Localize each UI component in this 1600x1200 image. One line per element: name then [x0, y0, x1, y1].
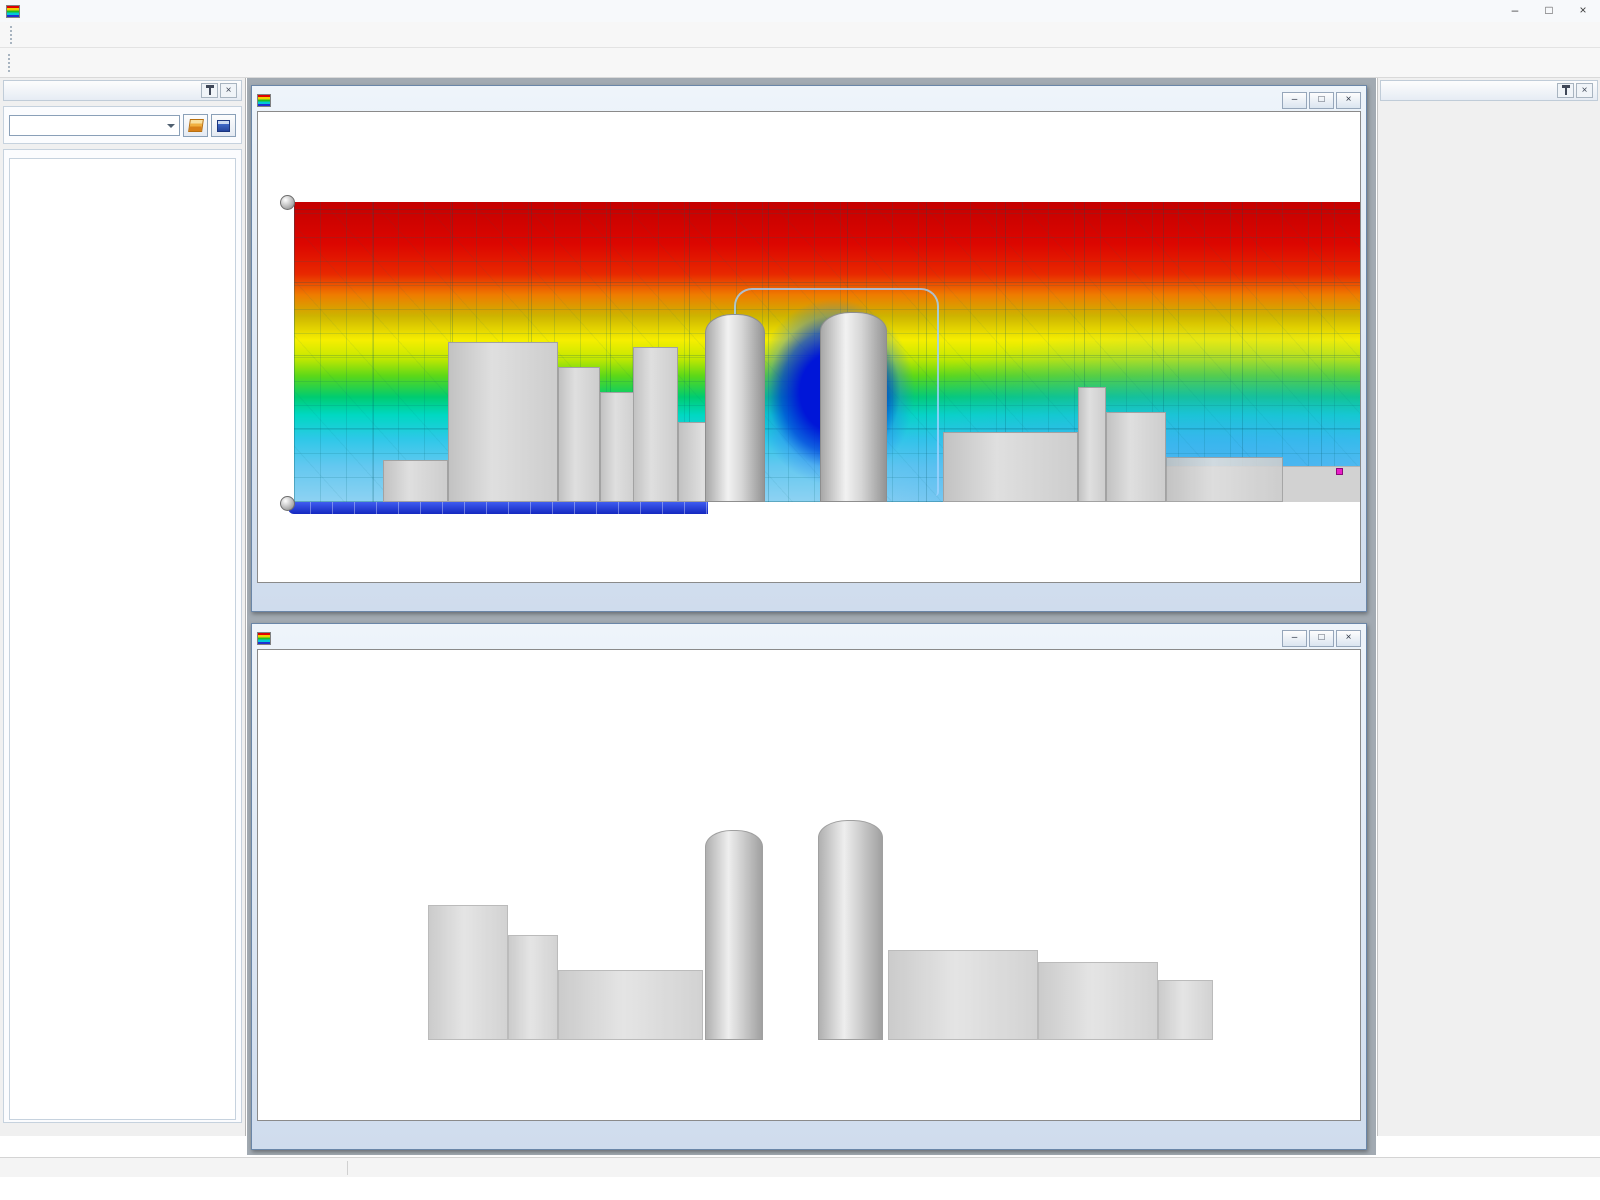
project-navigator-header: ×: [3, 80, 242, 101]
child-minimize-icon[interactable]: –: [1282, 92, 1307, 109]
child-close-icon[interactable]: ×: [1336, 630, 1361, 647]
velocity-field-viewport[interactable]: [257, 111, 1361, 583]
project-navigator-panel: ×: [0, 78, 246, 1136]
title-bar: – □ ×: [0, 0, 1600, 22]
streamlines-titlebar[interactable]: – □ ×: [255, 627, 1363, 649]
tower-cylinder: [705, 314, 765, 502]
pin-icon[interactable]: [1557, 83, 1574, 98]
current-view-group: [3, 149, 242, 1123]
chevron-down-icon: [167, 124, 175, 132]
building: [1078, 387, 1106, 502]
panel-close-icon[interactable]: ×: [1576, 83, 1593, 98]
edit-bar-panel: ×: [1377, 78, 1600, 1136]
inlet-line[interactable]: [288, 502, 708, 514]
building: [633, 347, 678, 502]
save-view-button[interactable]: [211, 114, 236, 137]
point-probe-marker[interactable]: [1336, 468, 1343, 475]
building: [1166, 457, 1283, 502]
building: [558, 367, 600, 502]
menubar-drag-handle[interactable]: [10, 26, 15, 44]
view-options-tree: [9, 158, 236, 1120]
child-maximize-icon[interactable]: □: [1309, 630, 1334, 647]
status-bar: [0, 1157, 1600, 1177]
app-icon: [6, 5, 20, 18]
building: [1106, 412, 1166, 502]
maximize-button[interactable]: □: [1532, 0, 1566, 22]
named-views-group: [3, 106, 242, 144]
velocity-field-titlebar[interactable]: – □ ×: [255, 89, 1363, 111]
rwind-application: – □ × ×: [0, 0, 1600, 1200]
child-minimize-icon[interactable]: –: [1282, 630, 1307, 647]
streamlines-canvas: [258, 650, 1361, 1121]
main-toolbar: [0, 48, 1600, 78]
bottom-tab-strip: [0, 1135, 1600, 1157]
streamlines-viewport[interactable]: [257, 649, 1361, 1121]
child-maximize-icon[interactable]: □: [1309, 92, 1334, 109]
velocity-heatmap: [294, 202, 1360, 502]
edit-bar-header: ×: [1380, 80, 1598, 101]
manage-views-button[interactable]: [183, 114, 208, 137]
status-separator: [347, 1161, 348, 1175]
tunnel-handle-bottom[interactable]: [280, 496, 295, 511]
child-close-icon[interactable]: ×: [1336, 92, 1361, 109]
document-icon: [257, 94, 271, 107]
building: [943, 432, 1078, 502]
velocity-field-window: – □ ×: [251, 85, 1367, 612]
main-area: ×: [0, 78, 1600, 1155]
minimize-button[interactable]: –: [1498, 0, 1532, 22]
tower-cylinder: [820, 312, 887, 502]
panel-close-icon[interactable]: ×: [220, 83, 237, 98]
menu-bar: [0, 22, 1600, 48]
named-views-combo[interactable]: [9, 115, 180, 136]
mdi-area: – □ ×: [247, 78, 1376, 1155]
document-icon: [257, 632, 271, 645]
toolbar-drag-handle[interactable]: [8, 54, 13, 72]
building: [448, 342, 558, 502]
tunnel-handle-top[interactable]: [280, 195, 295, 210]
doc-tabs: [255, 583, 1363, 607]
close-button[interactable]: ×: [1566, 0, 1600, 22]
building: [383, 460, 448, 502]
streamlines-window: – □ ×: [251, 623, 1367, 1150]
pin-icon[interactable]: [201, 83, 218, 98]
